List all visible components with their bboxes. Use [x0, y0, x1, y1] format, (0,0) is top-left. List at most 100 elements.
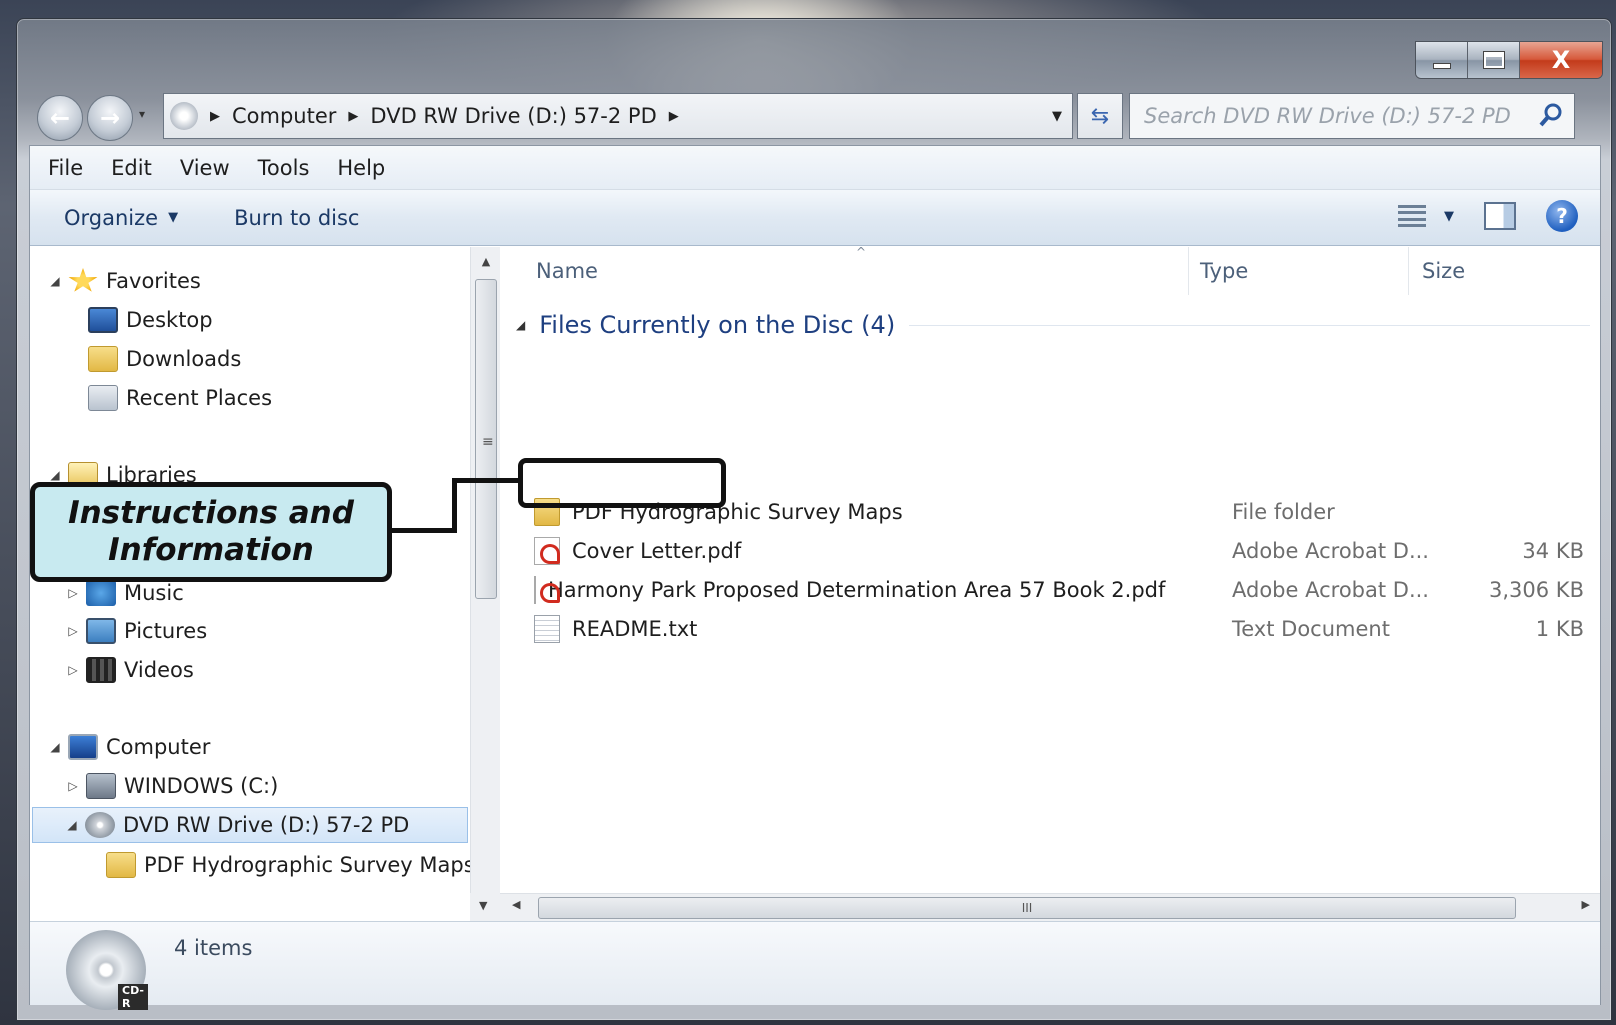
navigation-row: ← → ▾ ▶ Computer ▶ DVD RW Drive (D:) 57-… [17, 89, 1611, 145]
chevron-right-icon[interactable]: ▶ [669, 109, 679, 124]
sidebar-item-label: DVD RW Drive (D:) 57-2 PD [123, 813, 410, 837]
chevron-right-icon[interactable]: ▶ [210, 109, 220, 124]
sidebar-item-recent-places[interactable]: Recent Places [82, 380, 272, 416]
scroll-left-arrow[interactable]: ◀ [512, 898, 520, 911]
collapse-icon[interactable]: ◢ [48, 274, 62, 288]
minimize-icon [1432, 63, 1451, 69]
minimize-button[interactable] [1416, 42, 1468, 78]
search-placeholder: Search DVD RW Drive (D:) 57-2 PD [1144, 104, 1511, 128]
change-view-button[interactable]: ▼ [1398, 203, 1454, 229]
file-name: README.txt [572, 617, 698, 641]
pdf-icon [534, 576, 560, 604]
file-name-cell: README.txt [534, 615, 1154, 643]
forward-button[interactable]: → [87, 95, 133, 141]
file-list: ^ Name Type Size ◢ Files Currently on th… [500, 245, 1600, 893]
maximize-button[interactable] [1468, 42, 1520, 78]
horizontal-scrollbar[interactable]: ◀ III ▶ [500, 893, 1600, 921]
expand-icon[interactable]: ▷ [66, 624, 80, 638]
sidebar-item-desktop[interactable]: Desktop [82, 302, 213, 338]
column-divider[interactable] [1408, 247, 1409, 295]
pdf-icon [534, 537, 560, 565]
expand-icon[interactable]: ▷ [66, 663, 80, 677]
scrollbar-thumb[interactable]: ≡ [475, 279, 497, 599]
music-icon [86, 580, 116, 606]
callout-connector [452, 478, 520, 483]
toolbar-right: ▼ ? [1398, 200, 1578, 232]
group-title: Files Currently on the Disc (4) [539, 311, 896, 339]
dvd-drive-icon [170, 102, 198, 130]
preview-pane-icon[interactable] [1484, 202, 1516, 230]
sidebar-item-windows-c[interactable]: ▷ WINDOWS (C:) [66, 768, 278, 804]
back-button[interactable]: ← [37, 95, 83, 141]
organize-button[interactable]: Organize ▼ [64, 206, 178, 230]
group-header[interactable]: ◢ Files Currently on the Disc (4) [516, 311, 1590, 339]
chevron-right-icon[interactable]: ▶ [348, 109, 358, 124]
sidebar-item-label: Videos [124, 658, 194, 682]
sidebar-item-favorites[interactable]: ◢ Favorites [48, 263, 201, 299]
refresh-button[interactable]: ⇆ [1077, 93, 1123, 139]
breadcrumb-computer[interactable]: Computer [232, 104, 336, 128]
column-headers: ^ Name Type Size [500, 245, 1600, 295]
search-icon[interactable] [1538, 102, 1564, 128]
menu-edit[interactable]: Edit [111, 156, 152, 180]
address-bar[interactable]: ▶ Computer ▶ DVD RW Drive (D:) 57-2 PD ▶… [163, 93, 1073, 139]
menu-file[interactable]: File [48, 156, 83, 180]
column-divider[interactable] [1188, 247, 1189, 295]
videos-icon [86, 657, 116, 683]
dvd-drive-icon [85, 812, 115, 838]
sidebar-item-pictures[interactable]: ▷ Pictures [66, 613, 207, 649]
navigation-pane-scrollbar[interactable]: ▲ ≡ [470, 247, 500, 893]
sidebar-item-downloads[interactable]: Downloads [82, 341, 241, 377]
address-history-dropdown[interactable]: ▼ [1052, 109, 1062, 124]
file-name: Cover Letter.pdf [572, 539, 742, 563]
collapse-icon[interactable]: ◢ [48, 468, 62, 482]
menu-tools[interactable]: Tools [258, 156, 310, 180]
column-header-type[interactable]: Type [1200, 259, 1248, 283]
folder-icon [106, 852, 136, 878]
grip-icon: ≡ [482, 434, 494, 450]
list-item[interactable]: README.txt Text Document 1 KB [534, 611, 1584, 647]
help-icon[interactable]: ? [1546, 200, 1578, 232]
file-type: Adobe Acrobat D... [1232, 578, 1429, 602]
file-type: Adobe Acrobat D... [1232, 539, 1429, 563]
scrollbar-thumb[interactable]: III [538, 897, 1516, 919]
sidebar-item-pdf-maps-folder[interactable]: PDF Hydrographic Survey Maps [100, 847, 470, 883]
collapse-icon[interactable]: ◢ [48, 740, 62, 754]
sidebar-item-label: Computer [106, 735, 211, 759]
breadcrumb-dvd-drive[interactable]: DVD RW Drive (D:) 57-2 PD [370, 104, 656, 128]
column-header-size[interactable]: Size [1422, 259, 1465, 283]
column-header-name[interactable]: Name [536, 259, 598, 283]
downloads-folder-icon [88, 346, 118, 372]
drive-icon [86, 773, 116, 799]
views-icon [1398, 203, 1426, 229]
group-divider [909, 324, 1590, 326]
desktop-icon [88, 307, 118, 333]
file-name-cell: Cover Letter.pdf [534, 537, 1154, 565]
collapse-icon[interactable]: ◢ [65, 818, 79, 832]
scroll-down-arrow[interactable]: ▼ [479, 899, 487, 912]
disc-label: CD-R [118, 984, 148, 1010]
list-item[interactable]: Cover Letter.pdf Adobe Acrobat D... 34 K… [534, 533, 1584, 569]
readme-highlight-box [518, 458, 726, 508]
list-item[interactable]: Harmony Park Proposed Determination Area… [534, 572, 1584, 608]
sidebar-item-dvd-drive[interactable]: ◢ DVD RW Drive (D:) 57-2 PD [32, 807, 468, 843]
sidebar-item-videos[interactable]: ▷ Videos [66, 652, 194, 688]
sidebar-item-label: Music [124, 581, 184, 605]
file-size: 34 KB [1522, 539, 1584, 563]
menu-help[interactable]: Help [337, 156, 385, 180]
collapse-icon[interactable]: ◢ [516, 318, 525, 332]
scroll-right-arrow[interactable]: ▶ [1582, 898, 1590, 911]
scroll-up-arrow[interactable]: ▲ [471, 255, 501, 268]
close-button[interactable]: X [1520, 42, 1602, 78]
sidebar-item-computer[interactable]: ◢ Computer [48, 729, 210, 765]
menu-view[interactable]: View [180, 156, 230, 180]
sidebar-item-label: WINDOWS (C:) [124, 774, 279, 798]
recent-pages-dropdown[interactable]: ▾ [139, 107, 145, 121]
command-bar: Organize ▼ Burn to disc ▼ ? [30, 190, 1600, 246]
file-type: File folder [1232, 500, 1335, 524]
burn-to-disc-button[interactable]: Burn to disc [234, 206, 359, 230]
expand-icon[interactable]: ▷ [66, 586, 80, 600]
expand-icon[interactable]: ▷ [66, 779, 80, 793]
search-input[interactable]: Search DVD RW Drive (D:) 57-2 PD [1129, 93, 1575, 139]
navigation-pane-scrollbar-bottom[interactable]: ▼ [470, 893, 500, 921]
